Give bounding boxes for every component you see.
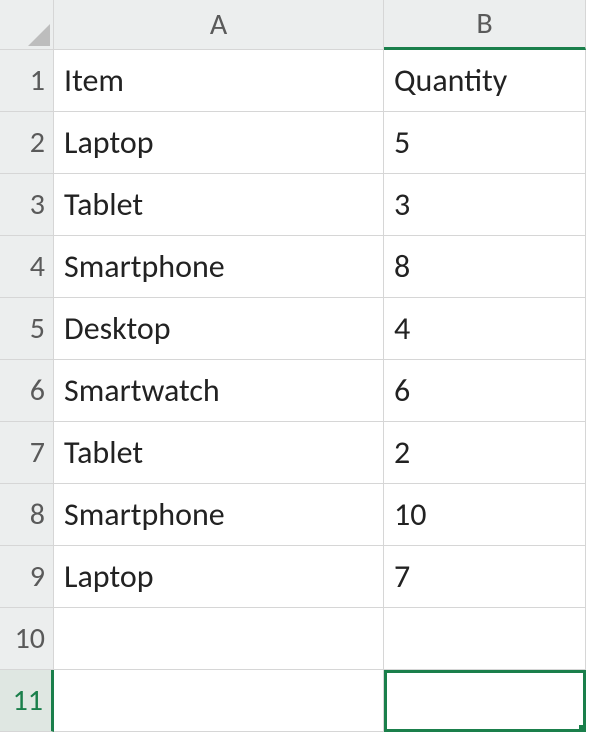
- row-header-3[interactable]: 3: [0, 174, 54, 236]
- cell-A11[interactable]: [54, 670, 384, 732]
- cell-B5[interactable]: 4: [384, 298, 586, 360]
- cell-B11[interactable]: [384, 670, 586, 732]
- cell-A1[interactable]: Item: [54, 50, 384, 112]
- cell-A6[interactable]: Smartwatch: [54, 360, 384, 422]
- cell-B4[interactable]: 8: [384, 236, 586, 298]
- cell-B6[interactable]: 6: [384, 360, 586, 422]
- cell-A10[interactable]: [54, 608, 384, 670]
- cell-A8[interactable]: Smartphone: [54, 484, 384, 546]
- cell-A9[interactable]: Laptop: [54, 546, 384, 608]
- row-header-8[interactable]: 8: [0, 484, 54, 546]
- row-header-10[interactable]: 10: [0, 608, 54, 670]
- cell-A7[interactable]: Tablet: [54, 422, 384, 484]
- row-header-4[interactable]: 4: [0, 236, 54, 298]
- row-header-7[interactable]: 7: [0, 422, 54, 484]
- cell-A5[interactable]: Desktop: [54, 298, 384, 360]
- cell-B1[interactable]: Quantity: [384, 50, 586, 112]
- row-header-11[interactable]: 11: [0, 670, 54, 732]
- cell-B9[interactable]: 7: [384, 546, 586, 608]
- cell-B3[interactable]: 3: [384, 174, 586, 236]
- cell-A3[interactable]: Tablet: [54, 174, 384, 236]
- cell-B10[interactable]: [384, 608, 586, 670]
- row-header-5[interactable]: 5: [0, 298, 54, 360]
- cell-A4[interactable]: Smartphone: [54, 236, 384, 298]
- col-edge: [586, 0, 600, 50]
- col-header-B[interactable]: B: [384, 0, 586, 50]
- cell-B2[interactable]: 5: [384, 112, 586, 174]
- spreadsheet-grid[interactable]: A B 1 Item Quantity 2 Laptop 5 3 Tablet …: [0, 0, 600, 747]
- row-header-1[interactable]: 1: [0, 50, 54, 112]
- col-header-A[interactable]: A: [54, 0, 384, 50]
- cell-A2[interactable]: Laptop: [54, 112, 384, 174]
- cell-B7[interactable]: 2: [384, 422, 586, 484]
- row-header-9[interactable]: 9: [0, 546, 54, 608]
- row-header-6[interactable]: 6: [0, 360, 54, 422]
- select-all-corner[interactable]: [0, 0, 54, 50]
- row-header-2[interactable]: 2: [0, 112, 54, 174]
- cell-B8[interactable]: 10: [384, 484, 586, 546]
